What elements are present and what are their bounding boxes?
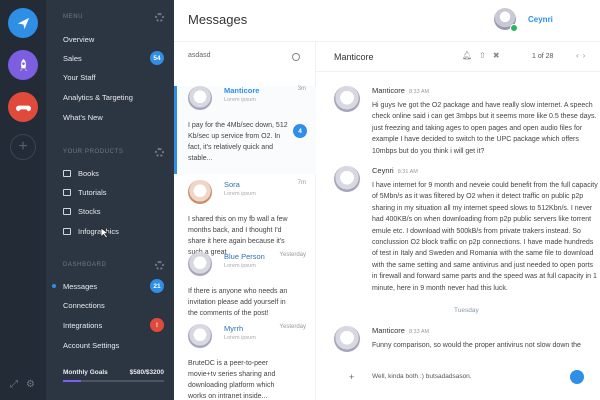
goals-progress-fill — [63, 380, 82, 382]
products-gear-icon[interactable] — [155, 147, 164, 157]
messages-badge: 21 — [150, 279, 164, 293]
sales-badge: 54 — [150, 51, 164, 65]
menu-section-title: MENU — [63, 14, 84, 20]
upload-icon[interactable]: ⇧ — [479, 51, 486, 60]
avatar — [334, 86, 360, 112]
plus-icon: + — [18, 138, 28, 155]
composer-input[interactable]: Well, kinda both :) butsadadsason. — [372, 373, 472, 380]
message-body: Funny comparison, so would the proper an… — [372, 342, 581, 349]
sidebar: MENU Overview Sales 54 Your Staff Analyti… — [46, 0, 174, 400]
dashboard-gear-icon[interactable] — [155, 260, 164, 270]
online-status-icon — [510, 24, 518, 32]
sidebar-item-messages[interactable]: Messages 21 — [46, 277, 174, 295]
avatar — [334, 326, 360, 352]
day-separator: Tuesday — [454, 307, 479, 314]
page-title: Messages — [188, 12, 248, 27]
sidebar-item-your-staff[interactable]: Your Staff — [46, 68, 174, 86]
rocket-icon — [19, 58, 27, 71]
sidebar-item-account-settings[interactable]: Account Settings — [46, 336, 174, 354]
sidebar-item-integrations[interactable]: Integrations! — [46, 316, 174, 334]
image-icon — [63, 207, 71, 215]
conversation-list: asdasd Manticore Lorem ipsum 3m I pay for… — [174, 42, 316, 400]
sidebar-item-books[interactable]: Books — [46, 164, 174, 182]
sidebar-item-whats-new[interactable]: What's New — [46, 108, 174, 126]
page-header: Messages Ceynri — [174, 0, 600, 42]
add-app-button[interactable]: + — [10, 134, 36, 160]
pointer-cursor-icon — [100, 227, 110, 239]
sidebar-item-tutorials[interactable]: Tutorials — [46, 183, 174, 201]
send-button[interactable] — [570, 370, 584, 384]
avatar — [334, 166, 360, 192]
goals-value: $580/$3200 — [129, 369, 164, 376]
user-name: Ceynri — [528, 14, 553, 24]
avatar — [494, 8, 518, 32]
app-gamepad-button[interactable] — [8, 92, 38, 122]
thread-title: Manticore — [334, 52, 374, 62]
selected-indicator — [174, 86, 177, 174]
sidebar-item-infographics[interactable]: Infographics — [46, 222, 174, 240]
trash-icon[interactable]: ✖ — [493, 51, 500, 60]
dashboard-section-title: DASHBOARD — [63, 262, 107, 268]
sidebar-item-connections[interactable]: Connections — [46, 296, 174, 314]
conversation-preview: If there is anyone who needs an invitati… — [188, 288, 288, 317]
message-author: Manticore — [372, 86, 405, 95]
monthly-goals: Monthly Goals $580/$3200 — [63, 369, 164, 382]
avatar — [188, 252, 212, 276]
goals-label: Monthly Goals — [63, 369, 108, 376]
sidebar-item-analytics[interactable]: Analytics & Targeting — [46, 88, 174, 106]
video-icon — [63, 188, 71, 196]
avatar — [188, 324, 212, 348]
thread-counter: 1 of 28 — [532, 53, 554, 60]
conversation-preview: I pay for the 4Mb/sec down, 512 Kb/sec u… — [188, 122, 288, 162]
message-author: Manticore — [372, 326, 405, 335]
unread-badge: 4 — [293, 124, 307, 138]
message-composer: + Well, kinda both :) butsadadsason. — [316, 368, 600, 400]
app-rocket-button[interactable] — [8, 50, 38, 80]
thread-header: Manticore 🔔︎ ⇧ ✖ 1 of 28 ‹› — [316, 42, 600, 72]
message-body: I have internet for 9 month and neveie c… — [372, 182, 598, 292]
settings-icon[interactable]: ⚙ — [26, 379, 35, 390]
gamepad-icon — [15, 105, 31, 111]
message-author: Ceynri — [372, 166, 394, 175]
goals-progress-bar — [63, 380, 164, 382]
thread-nav[interactable]: ‹› — [576, 51, 589, 60]
menu-gear-icon[interactable] — [155, 12, 164, 22]
bell-icon[interactable]: 🔔︎ — [462, 51, 472, 60]
sidebar-item-overview[interactable]: Overview — [46, 30, 174, 48]
message-thread: Manticore 🔔︎ ⇧ ✖ 1 of 28 ‹› Manticore 8:3… — [316, 42, 600, 400]
user-menu[interactable]: Ceynri — [494, 8, 553, 32]
app-send-button[interactable] — [8, 8, 38, 38]
integrations-alert-badge: ! — [150, 318, 164, 332]
message-time: 8:33 AM — [408, 89, 430, 95]
send-icon — [17, 17, 29, 29]
conversation-item[interactable]: Sora Lorem ipsum 7m I shared this on my f… — [174, 174, 316, 256]
message-body: Hi guys Ive got the O2 package and have … — [372, 102, 597, 155]
active-indicator — [52, 284, 56, 288]
message-time: 8:33 AM — [408, 329, 430, 335]
conversation-preview: BruteDC is a peer-to-peer movie+tv serie… — [188, 360, 276, 400]
document-icon — [63, 227, 71, 235]
conversation-item[interactable]: Myrrh Lorem ipsum Yesterday BruteDC is a … — [174, 322, 316, 400]
book-icon — [63, 169, 71, 177]
avatar — [188, 86, 212, 110]
products-section-title: YOUR PRODUCTS — [63, 149, 124, 155]
search-input[interactable]: asdasd — [188, 52, 306, 66]
avatar — [188, 180, 212, 204]
app-rail: + ⤢ ⚙ — [0, 0, 46, 400]
sidebar-item-stocks[interactable]: Stocks — [46, 202, 174, 220]
attach-plus-icon[interactable]: + — [349, 372, 354, 382]
message-time: 8:31 AM — [397, 169, 418, 175]
conversation-item[interactable]: Blue Person Lorem ipsum Yesterday If ther… — [174, 246, 316, 322]
expand-icon[interactable]: ⤢ — [10, 379, 18, 390]
search-icon[interactable] — [292, 53, 300, 61]
sidebar-item-sales[interactable]: Sales 54 — [46, 49, 174, 67]
